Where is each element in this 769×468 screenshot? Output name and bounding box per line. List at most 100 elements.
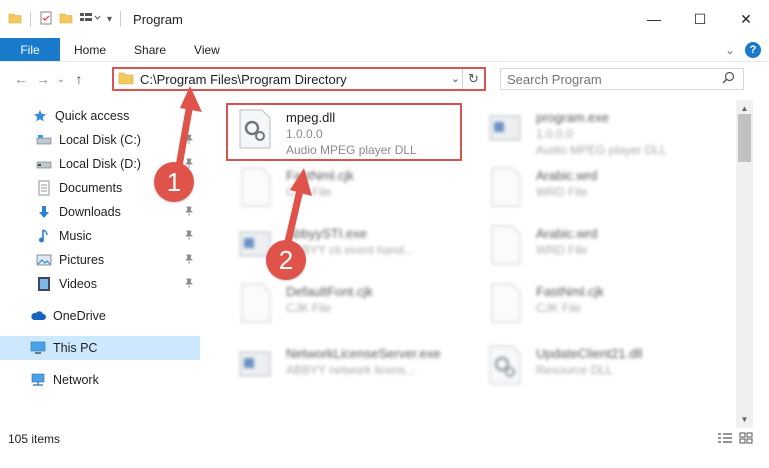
refresh-button[interactable]: ↻ (462, 69, 484, 89)
vertical-scrollbar[interactable]: ▲ ▼ (736, 100, 753, 428)
file-name: FastNml.cjk (286, 168, 354, 183)
details-view-icon[interactable] (717, 432, 733, 447)
pin-icon[interactable] (184, 230, 194, 243)
sidebar-item-music[interactable]: Music (0, 224, 200, 248)
navigation-bar: ← → ⌄ ↑ C:\Program Files\Program Directo… (0, 62, 769, 96)
sidebar-item-label: Network (53, 373, 99, 387)
window-title: Program (133, 11, 183, 27)
tab-share[interactable]: Share (120, 38, 180, 61)
close-button[interactable]: ✕ (723, 0, 769, 38)
documents-icon (36, 180, 52, 196)
file-description: Audio MPEG player DLL (536, 143, 667, 157)
file-name: AbbyySTI.exe (286, 226, 367, 241)
drive-icon (36, 156, 52, 172)
network-icon (30, 372, 46, 388)
help-icon[interactable]: ? (745, 42, 761, 58)
videos-icon (36, 276, 52, 292)
view-buttons (717, 432, 753, 447)
file-type: WRD File (536, 185, 588, 199)
exe-icon (484, 108, 526, 150)
sidebar-item-label: Music (59, 229, 92, 243)
address-bar[interactable]: C:\Program Files\Program Directory ⌄ ↻ (112, 67, 486, 91)
file-type: CJK File (286, 185, 332, 199)
search-box[interactable] (500, 68, 744, 90)
blank-file-icon (234, 282, 276, 324)
scroll-thumb[interactable] (738, 114, 751, 162)
sidebar-item-downloads[interactable]: Downloads (0, 200, 200, 224)
sidebar-item-label: Local Disk (C:) (59, 133, 141, 147)
status-bar: 105 items (0, 428, 769, 450)
tab-home[interactable]: Home (60, 38, 120, 61)
scroll-down-button[interactable]: ▼ (736, 411, 753, 428)
qat-dropdown-icon[interactable]: ▾ (107, 14, 112, 25)
blank-file-icon (484, 282, 526, 324)
file-name: Arabic.wrd (536, 168, 598, 183)
sidebar-item-onedrive[interactable]: OneDrive (0, 304, 200, 328)
file-item[interactable]: Arabic.wrd WRD File (476, 162, 712, 218)
file-item[interactable]: FastNml.cjk CJK File (226, 162, 462, 218)
sidebar-item-label: Local Disk (D:) (59, 157, 141, 171)
sidebar-item-quick-access[interactable]: Quick access (0, 104, 200, 128)
file-item[interactable]: program.exe 1.0.0.0 Audio MPEG player DL… (476, 104, 712, 160)
sidebar-item-label: Documents (59, 181, 123, 195)
file-type: Resource DLL (536, 363, 613, 377)
file-item[interactable]: FastNml.cjk CJK File (476, 278, 712, 334)
minimize-button[interactable]: — (631, 0, 677, 38)
file-type: CJK File (536, 301, 582, 315)
maximize-button[interactable]: ☐ (677, 0, 723, 38)
file-version: 1.0.0.0 (536, 127, 573, 141)
file-item[interactable]: UpdateClient21.dll Resource DLL (476, 340, 712, 396)
search-icon[interactable] (722, 71, 735, 87)
file-name: program.exe (536, 110, 609, 125)
file-name: FastNml.cjk (536, 284, 604, 299)
quick-access-toolbar: ▾ (8, 11, 123, 28)
large-icons-view-icon[interactable] (739, 432, 753, 447)
file-name: Arabic.wrd (536, 226, 598, 241)
properties-icon[interactable] (39, 11, 53, 28)
blank-file-icon (484, 224, 526, 266)
file-item[interactable]: NetworkLicenseServer.exe ABBYY network l… (226, 340, 462, 396)
cloud-icon (30, 308, 46, 324)
file-item[interactable]: AbbyySTI.exe ABBYY cti event hand... (226, 220, 462, 276)
address-path[interactable]: C:\Program Files\Program Directory (140, 72, 347, 87)
sidebar-item-network[interactable]: Network (0, 368, 200, 392)
pin-icon[interactable] (184, 134, 194, 147)
folder-icon (118, 71, 134, 88)
toolbar-separator (30, 11, 31, 27)
customize-toolbar-icon[interactable] (79, 11, 101, 28)
music-icon (36, 228, 52, 244)
file-description: ABBYY network licens... (286, 363, 416, 377)
new-folder-icon[interactable] (59, 11, 73, 28)
forward-button[interactable]: → (32, 71, 54, 87)
search-input[interactable] (507, 71, 707, 87)
highlight-box-mpeg-dll (226, 103, 462, 161)
pictures-icon (36, 252, 52, 268)
sidebar-item-pictures[interactable]: Pictures (0, 248, 200, 272)
sidebar-item-label: OneDrive (53, 309, 106, 323)
up-button[interactable]: ↑ (68, 71, 90, 87)
address-dropdown-icon[interactable]: ⌄ (451, 72, 460, 85)
toolbar-separator (120, 11, 122, 27)
sidebar-item-label: Pictures (59, 253, 105, 267)
file-name: NetworkLicenseServer.exe (286, 346, 441, 361)
tab-view[interactable]: View (180, 38, 234, 61)
file-item[interactable]: DefaultFont.cjk CJK File (226, 278, 462, 334)
pin-icon[interactable] (184, 278, 194, 291)
exe-icon (234, 344, 276, 386)
sidebar-item-label: Downloads (59, 205, 121, 219)
expand-ribbon-icon[interactable]: ⌄ (725, 43, 735, 57)
tab-file[interactable]: File (0, 38, 60, 61)
step-badge-2: 2 (266, 240, 306, 280)
file-item[interactable]: Arabic.wrd WRD File (476, 220, 712, 276)
sidebar-item-local-disk-c[interactable]: Local Disk (C:) (0, 128, 200, 152)
dll-gear-icon (484, 344, 526, 386)
file-name: UpdateClient21.dll (536, 346, 643, 361)
sidebar-item-this-pc[interactable]: This PC (0, 336, 200, 360)
back-button[interactable]: ← (10, 71, 32, 87)
sidebar-item-videos[interactable]: Videos (0, 272, 200, 296)
pin-icon[interactable] (184, 206, 194, 219)
recent-locations-button[interactable]: ⌄ (54, 74, 68, 85)
sidebar-item-label: Quick access (55, 109, 130, 123)
pin-icon[interactable] (184, 254, 194, 267)
ribbon-tabs: File Home Share View ⌄ ? (0, 38, 769, 62)
